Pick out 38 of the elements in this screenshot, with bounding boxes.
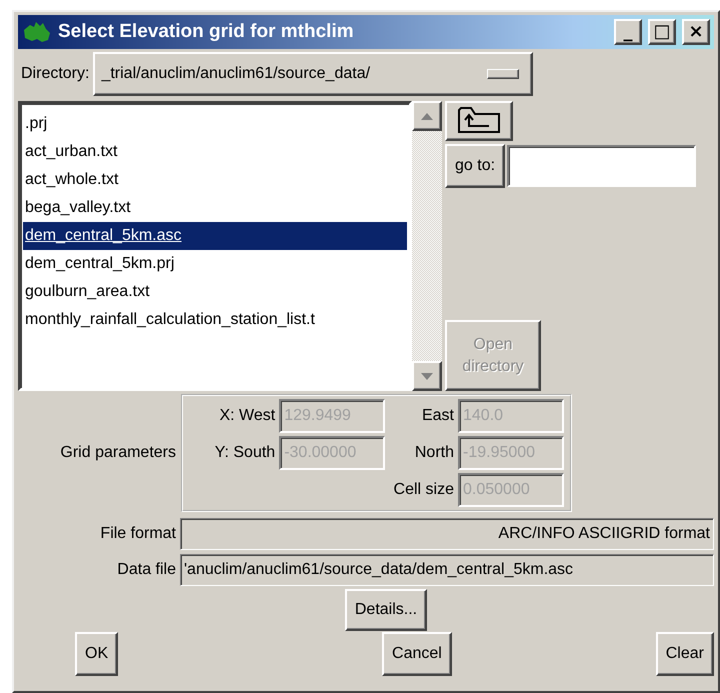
field-label: North xyxy=(414,444,454,462)
file-item[interactable]: act_urban.txt xyxy=(23,138,407,166)
file-item[interactable]: goulburn_area.txt xyxy=(23,278,407,306)
dropdown-bar-icon xyxy=(487,69,520,79)
file-item[interactable]: dem_central_5km.asc xyxy=(23,222,407,250)
file-format-value: ARC/INFO ASCIIGRID format xyxy=(180,518,714,550)
up-arrow-icon xyxy=(421,112,433,120)
australia-icon xyxy=(22,20,52,44)
field-label: East xyxy=(422,407,454,425)
directory-label: Directory: xyxy=(20,65,90,83)
file-item[interactable]: monthly_rainfall_calculation_station_list.t xyxy=(23,306,407,334)
parent-folder-button[interactable] xyxy=(445,101,513,141)
file-item[interactable]: .prj xyxy=(23,110,407,138)
scrollbar[interactable] xyxy=(412,101,442,391)
file-item[interactable]: dem_central_5km.prj xyxy=(23,250,407,278)
file-format-label: File format xyxy=(99,525,176,543)
go-to-button[interactable]: go to: xyxy=(445,144,506,188)
cancel-button[interactable]: Cancel xyxy=(382,632,452,676)
file-item[interactable]: bega_valley.txt xyxy=(23,194,407,222)
field-label: X: West xyxy=(219,407,276,425)
minimize-button[interactable]: _ xyxy=(614,19,642,45)
down-arrow-icon xyxy=(421,372,433,380)
data-file-label: Data file xyxy=(116,561,176,579)
close-button[interactable]: × xyxy=(682,19,710,45)
scroll-down-button[interactable] xyxy=(412,361,442,391)
window-title: Select Elevation grid for mthclim xyxy=(58,21,355,43)
details-button[interactable]: Details... xyxy=(344,589,428,631)
clear-button[interactable]: Clear xyxy=(656,632,714,676)
field-label: Cell size xyxy=(394,481,454,499)
scroll-up-button[interactable] xyxy=(412,101,442,131)
grid-parameters-label: Grid parameters xyxy=(59,444,176,462)
maximize-button[interactable]: □ xyxy=(648,19,676,45)
ok-button[interactable]: OK xyxy=(75,632,118,676)
file-item[interactable]: act_whole.txt xyxy=(23,166,407,194)
directory-dropdown[interactable]: _trial/anuclim/anuclim61/source_data/ xyxy=(93,52,534,96)
data-file-value: 'anuclim/anuclim61/source_data/dem_central_5km.asc xyxy=(180,554,714,586)
field-label: Y: South xyxy=(214,444,276,462)
go-to-field[interactable] xyxy=(507,145,696,187)
